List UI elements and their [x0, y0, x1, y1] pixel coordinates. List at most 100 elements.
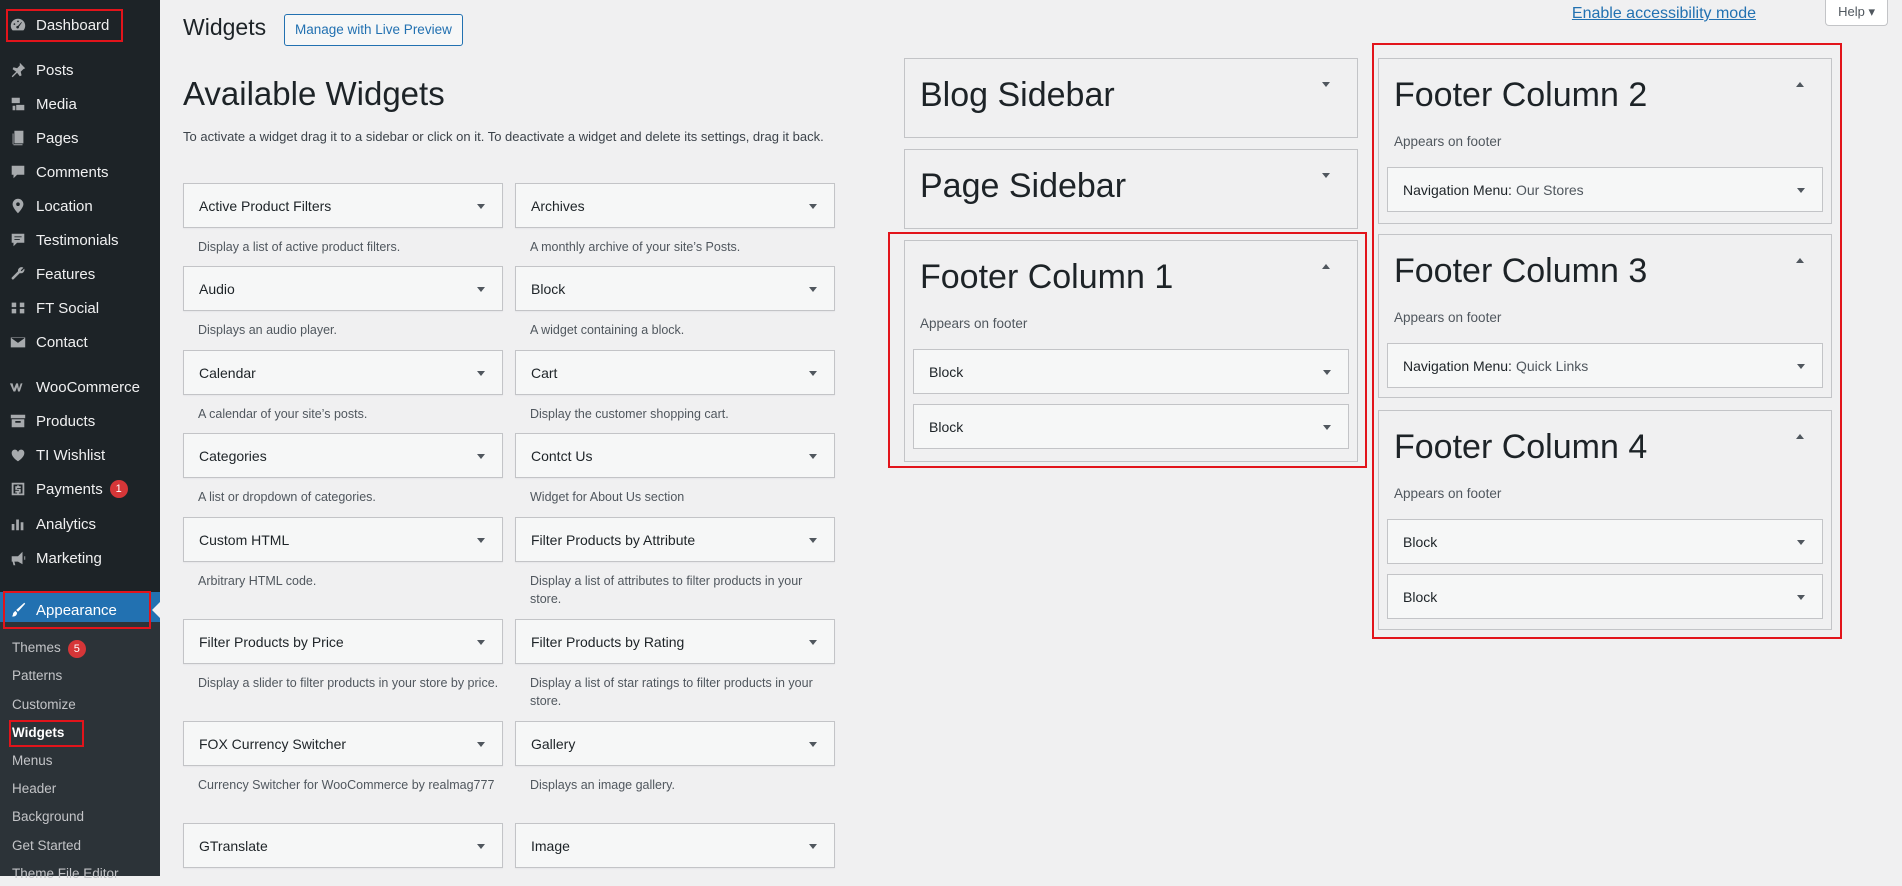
chevron-up-icon[interactable] — [1322, 264, 1330, 269]
menu-contact[interactable]: Contact — [0, 325, 160, 359]
widget-title: Categories — [199, 447, 267, 464]
menu-location[interactable]: Location — [0, 189, 160, 223]
caret-down-icon[interactable] — [1323, 425, 1331, 430]
widget-item[interactable]: Filter Products by Attribute — [515, 517, 835, 562]
sidebar-blog[interactable]: Blog Sidebar — [904, 58, 1358, 138]
caret-down-icon[interactable] — [809, 640, 817, 645]
sidebar-widget[interactable]: Block — [913, 349, 1349, 394]
sidebar-widget[interactable]: Block — [913, 404, 1349, 449]
megaphone-icon — [0, 549, 36, 567]
sidebar-footer-column-3[interactable]: Footer Column 3 Appears on footer Naviga… — [1378, 234, 1832, 398]
chevron-down-icon[interactable] — [1322, 173, 1330, 178]
pages-icon — [0, 129, 36, 147]
menu-products[interactable]: Products — [0, 404, 160, 438]
caret-down-icon[interactable] — [477, 204, 485, 209]
caret-down-icon[interactable] — [809, 538, 817, 543]
menu-marketing[interactable]: Marketing — [0, 541, 160, 575]
themes-badge: 5 — [67, 640, 86, 658]
widget-item[interactable]: GTranslate — [183, 823, 503, 868]
caret-down-icon[interactable] — [477, 640, 485, 645]
menu-pages[interactable]: Pages — [0, 121, 160, 155]
sidebar-page[interactable]: Page Sidebar — [904, 149, 1358, 229]
widget-description: Display the customer shopping cart. — [530, 407, 729, 421]
caret-down-icon[interactable] — [1797, 595, 1805, 600]
submenu-header[interactable]: Header — [12, 777, 56, 801]
submenu-patterns[interactable]: Patterns — [12, 664, 62, 688]
submenu-customize[interactable]: Customize — [12, 693, 76, 717]
menu-features[interactable]: Features — [0, 257, 160, 291]
menu-posts[interactable]: Posts — [0, 53, 160, 87]
sidebar-footer-column-4[interactable]: Footer Column 4 Appears on footer Block … — [1378, 410, 1832, 630]
widget-title: Filter Products by Rating — [531, 633, 685, 650]
caret-down-icon[interactable] — [477, 742, 485, 747]
widget-item[interactable]: Calendar — [183, 350, 503, 395]
menu-testimonials[interactable]: Testimonials — [0, 223, 160, 257]
manage-live-preview-button[interactable]: Manage with Live Preview — [284, 14, 463, 46]
widget-item[interactable]: Image — [515, 823, 835, 868]
menu-analytics[interactable]: Analytics — [0, 507, 160, 541]
sidebar-widget[interactable]: Block — [1387, 574, 1823, 619]
sidebar-widget[interactable]: Block — [1387, 519, 1823, 564]
menu-comments[interactable]: Comments — [0, 155, 160, 189]
caret-down-icon[interactable] — [1323, 370, 1331, 375]
menu-media[interactable]: Media — [0, 87, 160, 121]
widget-description: Arbitrary HTML code. — [198, 574, 317, 588]
caret-down-icon[interactable] — [477, 454, 485, 459]
caret-down-icon[interactable] — [1797, 364, 1805, 369]
sidebar-footer-column-1[interactable]: Footer Column 1 Appears on footer Block … — [904, 240, 1358, 462]
menu-ft-social[interactable]: FT Social — [0, 291, 160, 325]
caret-down-icon[interactable] — [809, 287, 817, 292]
caret-down-icon[interactable] — [1797, 540, 1805, 545]
sidebar-title: Footer Column 4 — [1394, 428, 1648, 466]
caret-down-icon[interactable] — [477, 844, 485, 849]
sidebar-footer-column-2[interactable]: Footer Column 2 Appears on footer Naviga… — [1378, 58, 1832, 224]
caret-down-icon[interactable] — [1797, 188, 1805, 193]
help-button[interactable]: Help ▾ — [1825, 0, 1888, 26]
widget-item[interactable]: Audio — [183, 266, 503, 311]
chevron-up-icon[interactable] — [1796, 258, 1804, 263]
widget-title: Audio — [199, 280, 235, 297]
brush-icon — [0, 601, 36, 619]
caret-down-icon[interactable] — [477, 538, 485, 543]
caret-down-icon[interactable] — [477, 371, 485, 376]
menu-ti-wishlist[interactable]: TI Wishlist — [0, 438, 160, 472]
submenu-widgets[interactable]: Widgets — [12, 721, 64, 745]
widget-item[interactable]: Gallery — [515, 721, 835, 766]
menu-dashboard[interactable]: Dashboard — [0, 8, 160, 42]
page-title: Widgets — [183, 14, 267, 40]
caret-down-icon[interactable] — [809, 844, 817, 849]
widget-item[interactable]: Filter Products by Rating — [515, 619, 835, 664]
accessibility-mode-link[interactable]: Enable accessibility mode — [1572, 5, 1756, 23]
menu-label: Contact — [36, 333, 88, 351]
submenu-theme-file-editor[interactable]: Theme File Editor — [12, 862, 119, 886]
widget-item[interactable]: Block — [515, 266, 835, 311]
available-widgets-description: To activate a widget drag it to a sideba… — [183, 129, 824, 144]
chevron-up-icon[interactable] — [1796, 434, 1804, 439]
widget-item[interactable]: Active Product Filters — [183, 183, 503, 228]
chevron-up-icon[interactable] — [1796, 82, 1804, 87]
caret-down-icon[interactable] — [477, 287, 485, 292]
submenu-themes[interactable]: Themes 5 — [12, 636, 86, 660]
submenu-get-started[interactable]: Get Started — [12, 834, 81, 858]
sidebar-widget[interactable]: Navigation Menu: Quick Links — [1387, 343, 1823, 388]
caret-down-icon[interactable] — [809, 371, 817, 376]
widget-item[interactable]: Categories — [183, 433, 503, 478]
menu-woocommerce[interactable]: WooCommerce — [0, 370, 160, 404]
caret-down-icon[interactable] — [809, 454, 817, 459]
widget-description: Currency Switcher for WooCommerce by rea… — [198, 778, 495, 792]
widget-item[interactable]: Contct Us — [515, 433, 835, 478]
widget-description: Display a list of star ratings to filter… — [530, 676, 813, 708]
submenu-menus[interactable]: Menus — [12, 749, 53, 773]
widget-description: Display a slider to filter products in y… — [198, 676, 499, 690]
caret-down-icon[interactable] — [809, 204, 817, 209]
chevron-down-icon[interactable] — [1322, 82, 1330, 87]
submenu-background[interactable]: Background — [12, 805, 84, 829]
sidebar-widget[interactable]: Navigation Menu: Our Stores — [1387, 167, 1823, 212]
menu-payments[interactable]: Payments 1 — [0, 472, 160, 506]
widget-item[interactable]: Custom HTML — [183, 517, 503, 562]
widget-item[interactable]: Filter Products by Price — [183, 619, 503, 664]
widget-item[interactable]: FOX Currency Switcher — [183, 721, 503, 766]
caret-down-icon[interactable] — [809, 742, 817, 747]
widget-item[interactable]: Cart — [515, 350, 835, 395]
widget-item[interactable]: Archives — [515, 183, 835, 228]
